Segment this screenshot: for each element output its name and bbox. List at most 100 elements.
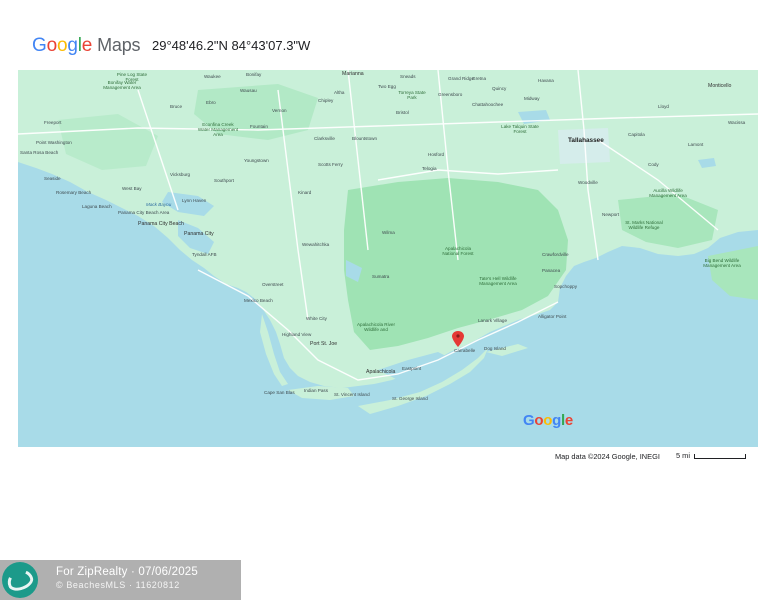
map-label: Apalachicola xyxy=(366,369,396,375)
map-label: Overstreet xyxy=(262,282,284,287)
forest-bigbend xyxy=(708,246,758,300)
map-label: Havana xyxy=(538,78,554,83)
logo-letter-g2: g xyxy=(67,35,78,56)
logo-letter-o2: o xyxy=(56,35,68,56)
map-label: Woodville xyxy=(578,180,598,185)
map-label: Capitola xyxy=(628,132,645,137)
map-label: Freeport xyxy=(44,120,62,125)
map-label: Gretna xyxy=(472,76,487,81)
logo-maps-word: Maps xyxy=(97,35,141,55)
map-label: Wilma xyxy=(382,230,395,235)
map-label: Quincy xyxy=(492,86,507,91)
map-label: Aucilla Wildlife Management Area xyxy=(649,188,687,198)
map-label: Newport xyxy=(602,212,620,217)
map-label: Seaside xyxy=(44,176,61,181)
map-label: Bonifay xyxy=(246,72,262,77)
watermark-letter-o1: o xyxy=(534,412,544,429)
map-label: Santa Rosa Beach xyxy=(20,150,59,155)
map-label: Youngstown xyxy=(244,158,269,163)
watermark-letter-o2: o xyxy=(543,412,553,429)
map-label: Midway xyxy=(524,96,540,101)
map-label: Panama City xyxy=(184,231,214,237)
map-label: Telogia xyxy=(422,166,437,171)
map-label: Two Egg xyxy=(378,84,396,89)
map-label: Highland View xyxy=(282,332,312,337)
map-label: Greensboro xyxy=(438,92,463,97)
map-label: Torreya State Park xyxy=(398,90,426,100)
map-label: Lloyd xyxy=(658,104,669,109)
map-label: Big Bend Wildlife Management Area xyxy=(703,258,741,268)
map-label: Panama City Beach xyxy=(138,221,184,227)
map-label: Tate's Hell Wildlife Management Area xyxy=(479,276,517,286)
map-label: Southport xyxy=(214,178,234,183)
map-label: Lynn Haven xyxy=(182,198,207,203)
map-label: Lamont xyxy=(688,142,704,147)
map-label: Lanark Village xyxy=(478,318,508,323)
map-label: Indian Pass xyxy=(304,388,329,393)
google-maps-logo[interactable]: G o o g l e Maps xyxy=(32,35,141,57)
maps-header: G o o g l e Maps xyxy=(32,34,141,58)
map-label: Fountain xyxy=(250,124,268,129)
map-label: Mack Bayou xyxy=(146,202,172,207)
map-label: St. Vincent Island xyxy=(334,392,370,397)
map-label: Mexico Beach xyxy=(244,298,273,303)
map-label: White City xyxy=(306,316,327,321)
map-label: Chipley xyxy=(318,98,334,103)
map-label: Dog Island xyxy=(484,346,506,351)
scale-indicator[interactable]: 5 mi xyxy=(676,451,746,460)
map-canvas[interactable]: Waukee Pine Log State Forest Freeport Po… xyxy=(18,70,758,447)
watermark-letter-e: e xyxy=(564,412,573,429)
map-label: Sumatra xyxy=(372,274,390,279)
map-label: Scotts Ferry xyxy=(318,162,343,167)
watermark-line2: © BeachesMLS · 11620812 xyxy=(56,580,180,590)
map-label: Vernon xyxy=(272,108,287,113)
logo-letter-o1: o xyxy=(46,35,58,56)
scale-label: 5 mi xyxy=(676,451,690,460)
map-label: Carrabelle xyxy=(454,348,476,353)
map-label: Altha xyxy=(334,90,345,95)
map-label: Cody xyxy=(648,162,659,167)
map-label: Alligator Point xyxy=(538,314,567,319)
map-label: Panacea xyxy=(542,268,561,273)
map-label: Tyndall AFB xyxy=(192,252,217,257)
map-label: Rosemary Beach xyxy=(56,190,92,195)
map-label: Ebro xyxy=(206,100,216,105)
logo-letter-e: e xyxy=(81,35,93,56)
map-label: Port St. Joe xyxy=(310,341,338,347)
map-label: Eastpoint xyxy=(402,366,422,371)
ziprealty-logo-icon xyxy=(2,562,38,598)
map-label: Vicksburg xyxy=(170,172,191,177)
map-label: Panama City Beach Area xyxy=(118,210,170,215)
map-label: Econfina Creek Water Management Area xyxy=(197,122,239,137)
map-attribution[interactable]: Map data ©2024 Google, INEGI xyxy=(555,452,660,461)
map-label: Wewahitchka xyxy=(302,242,330,247)
map-label: Bruce xyxy=(170,104,183,109)
map-label: Grand Ridge xyxy=(448,76,475,81)
map-label: Monticello xyxy=(708,83,732,89)
google-watermark: Google xyxy=(523,412,573,429)
map-label: St. Marks National Wildlife Refuge xyxy=(625,220,663,230)
map-label: Chattahoochee xyxy=(472,102,504,107)
watermark-line1: For ZipRealty · 07/06/2025 xyxy=(56,566,198,578)
map-label: Wacissa xyxy=(728,120,746,125)
map-label: Blountstown xyxy=(352,136,378,141)
map-label: Point Washington xyxy=(36,140,72,145)
map-label: Apalachicola River Wildlife and xyxy=(356,322,396,332)
map-label: Hosford xyxy=(428,152,445,157)
map-label: West Bay xyxy=(122,186,142,191)
watermark-letter-g2: g xyxy=(552,412,561,429)
map-label: Crawfordville xyxy=(542,252,569,257)
map-label: Lake Talquin State Forest xyxy=(501,124,539,134)
map-svg xyxy=(18,70,758,414)
map-label: Waukee xyxy=(204,74,221,79)
map-label: Apalachicola National Forest xyxy=(442,246,474,256)
map-label: Wausau xyxy=(240,88,257,93)
map-label: Sneads xyxy=(400,74,416,79)
map-label: St. George Island xyxy=(392,396,428,401)
logo-letter-g1: G xyxy=(32,35,47,56)
map-label: Bristol xyxy=(396,110,409,115)
coordinates-text: 29°48'46.2"N 84°43'07.3"W xyxy=(152,38,311,53)
map-label: Bonifay Water Management Area xyxy=(103,80,141,90)
map-label: Clarksville xyxy=(314,136,335,141)
map-label: Cape San Blas xyxy=(264,390,295,395)
